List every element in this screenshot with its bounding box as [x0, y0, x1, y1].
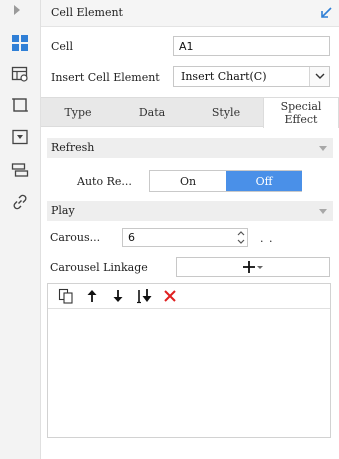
linkage-list	[47, 283, 331, 438]
insert-cell-element-label: Insert Cell Element	[51, 71, 160, 84]
linkage-toolbar	[48, 284, 330, 309]
carousel-interval-input[interactable]: 6	[122, 228, 248, 247]
carousel-interval-value: 6	[128, 231, 135, 244]
auto-refresh-toggle: On Off	[149, 170, 302, 192]
move-up-icon[interactable]	[84, 288, 100, 304]
carousel-linkage-label: Carousel Linkage	[50, 261, 148, 274]
play-section-title: Play	[51, 204, 75, 217]
auto-refresh-label: Auto Re...	[77, 175, 132, 188]
cell-input[interactable]: A1	[173, 36, 330, 56]
collapse-caret-icon	[319, 209, 327, 214]
insert-cell-element-value: Insert Chart(C)	[181, 70, 267, 83]
carousel-interval-unit: . .	[260, 232, 274, 245]
move-to-bottom-icon[interactable]	[136, 288, 152, 304]
tab-type[interactable]: Type	[41, 98, 115, 127]
collapse-caret-icon	[319, 146, 327, 151]
dropdown-widget-icon[interactable]	[10, 127, 30, 147]
data-grid-icon[interactable]	[10, 64, 30, 84]
cell-input-value: A1	[179, 39, 194, 53]
chevron-down-icon[interactable]	[309, 67, 329, 86]
sidebar	[0, 0, 41, 459]
cell-element-icon[interactable]	[10, 33, 30, 53]
stepper-down-icon[interactable]	[235, 238, 247, 247]
plus-dropdown-icon	[243, 261, 263, 273]
insert-cell-element-select[interactable]: Insert Chart(C)	[173, 66, 330, 87]
expand-arrow-icon[interactable]	[14, 5, 20, 15]
move-down-icon[interactable]	[110, 288, 126, 304]
toggle-on-button[interactable]: On	[150, 171, 226, 191]
carousel-interval-stepper	[235, 229, 247, 246]
tab-data[interactable]: Data	[115, 98, 189, 127]
properties-panel: Cell Element Cell A1 Insert Cell Element…	[41, 0, 339, 459]
collapse-arrow-icon[interactable]	[319, 6, 333, 20]
cell-label: Cell	[51, 40, 73, 53]
property-tabs: Type Data Style Special Effect	[41, 97, 339, 128]
layers-icon[interactable]	[10, 160, 30, 180]
toggle-off-button[interactable]: Off	[226, 171, 302, 191]
copy-icon[interactable]	[58, 288, 74, 304]
link-icon[interactable]	[10, 192, 30, 212]
refresh-section-title: Refresh	[51, 141, 95, 154]
carousel-interval-label: Carous...	[50, 231, 101, 244]
add-linkage-button[interactable]	[176, 257, 330, 277]
panel-title: Cell Element	[51, 6, 123, 19]
frame-icon[interactable]	[10, 95, 30, 115]
tab-style[interactable]: Style	[189, 98, 263, 127]
panel-header: Cell Element	[41, 0, 339, 27]
play-section-header[interactable]: Play	[47, 201, 333, 221]
delete-icon[interactable]	[162, 288, 178, 304]
refresh-section-header[interactable]: Refresh	[47, 138, 333, 158]
tab-special-effect[interactable]: Special Effect	[263, 98, 339, 128]
stepper-up-icon[interactable]	[235, 229, 247, 238]
